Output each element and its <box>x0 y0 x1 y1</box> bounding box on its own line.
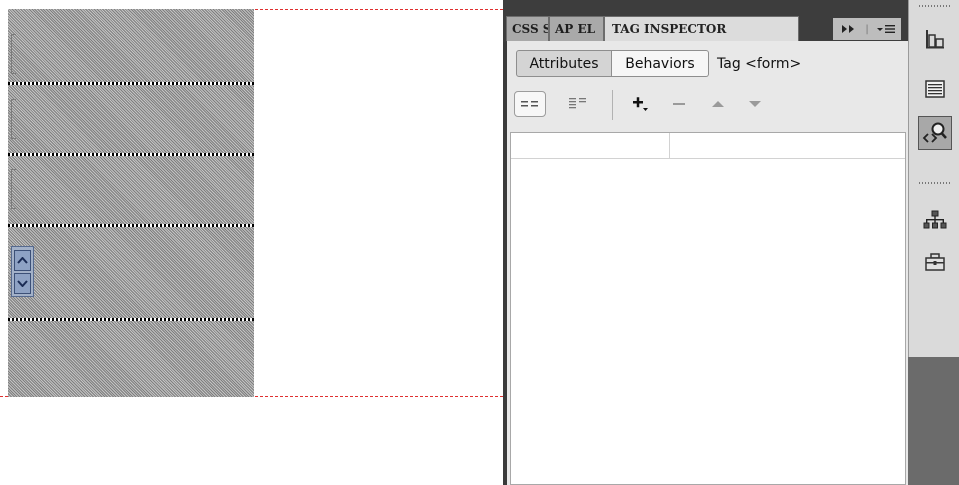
spinner-up-icon[interactable] <box>14 250 31 271</box>
align-icon[interactable] <box>918 22 952 56</box>
table-row[interactable] <box>8 85 254 153</box>
show-set-events-icon[interactable] <box>514 91 546 117</box>
event-column-header[interactable] <box>511 133 670 158</box>
panel-icon-strip <box>908 0 959 485</box>
table-row[interactable] <box>8 9 254 82</box>
spinner-control[interactable] <box>11 246 34 297</box>
panel-options-menu-icon[interactable] <box>871 18 901 40</box>
site-map-icon[interactable] <box>918 203 952 237</box>
behaviors-button[interactable]: Behaviors <box>612 50 709 77</box>
behaviors-grid[interactable] <box>510 132 906 485</box>
templates-icon[interactable] <box>918 72 952 106</box>
remove-behavior-icon[interactable] <box>664 91 696 117</box>
show-all-events-icon[interactable] <box>562 91 594 117</box>
toolbox-icon[interactable] <box>918 245 952 279</box>
grip-dots[interactable] <box>919 5 951 7</box>
design-canvas[interactable] <box>0 0 503 485</box>
current-tag-label: Tag <form> <box>717 55 802 72</box>
table-layout-block[interactable] <box>8 9 254 397</box>
move-up-icon[interactable] <box>702 91 734 117</box>
panel-tab-bar: CSS S AP EL TAG INSPECTOR | <box>503 0 908 42</box>
attributes-button[interactable]: Attributes <box>516 50 612 77</box>
form-field-placeholder[interactable] <box>11 99 16 139</box>
toolbar-divider <box>612 90 613 120</box>
spinner-down-icon[interactable] <box>14 273 31 294</box>
tag-inspector-icon[interactable] <box>918 116 952 150</box>
form-field-placeholder[interactable] <box>11 34 16 74</box>
tab-css-styles[interactable]: CSS S <box>506 16 549 41</box>
tab-divider: | <box>863 18 871 40</box>
tag-inspector-panel: CSS S AP EL TAG INSPECTOR | Attributes B… <box>503 0 908 485</box>
expand-panels-icon[interactable] <box>833 18 863 40</box>
add-behavior-icon[interactable] <box>625 91 657 117</box>
table-row[interactable] <box>8 156 254 224</box>
grip-dots[interactable] <box>919 182 951 184</box>
move-down-icon[interactable] <box>739 91 771 117</box>
table-row[interactable] <box>8 227 254 318</box>
icon-strip-group <box>908 0 959 357</box>
grid-header <box>511 133 905 159</box>
table-row[interactable] <box>8 321 254 397</box>
behaviors-toolbar <box>507 84 908 124</box>
form-boundary-top <box>255 9 503 10</box>
panel-body: Attributes Behaviors Tag <form> <box>507 41 908 485</box>
form-field-placeholder[interactable] <box>11 169 16 209</box>
tab-tag-inspector[interactable]: TAG INSPECTOR <box>604 16 799 41</box>
tab-ap-elements[interactable]: AP EL <box>549 16 604 41</box>
